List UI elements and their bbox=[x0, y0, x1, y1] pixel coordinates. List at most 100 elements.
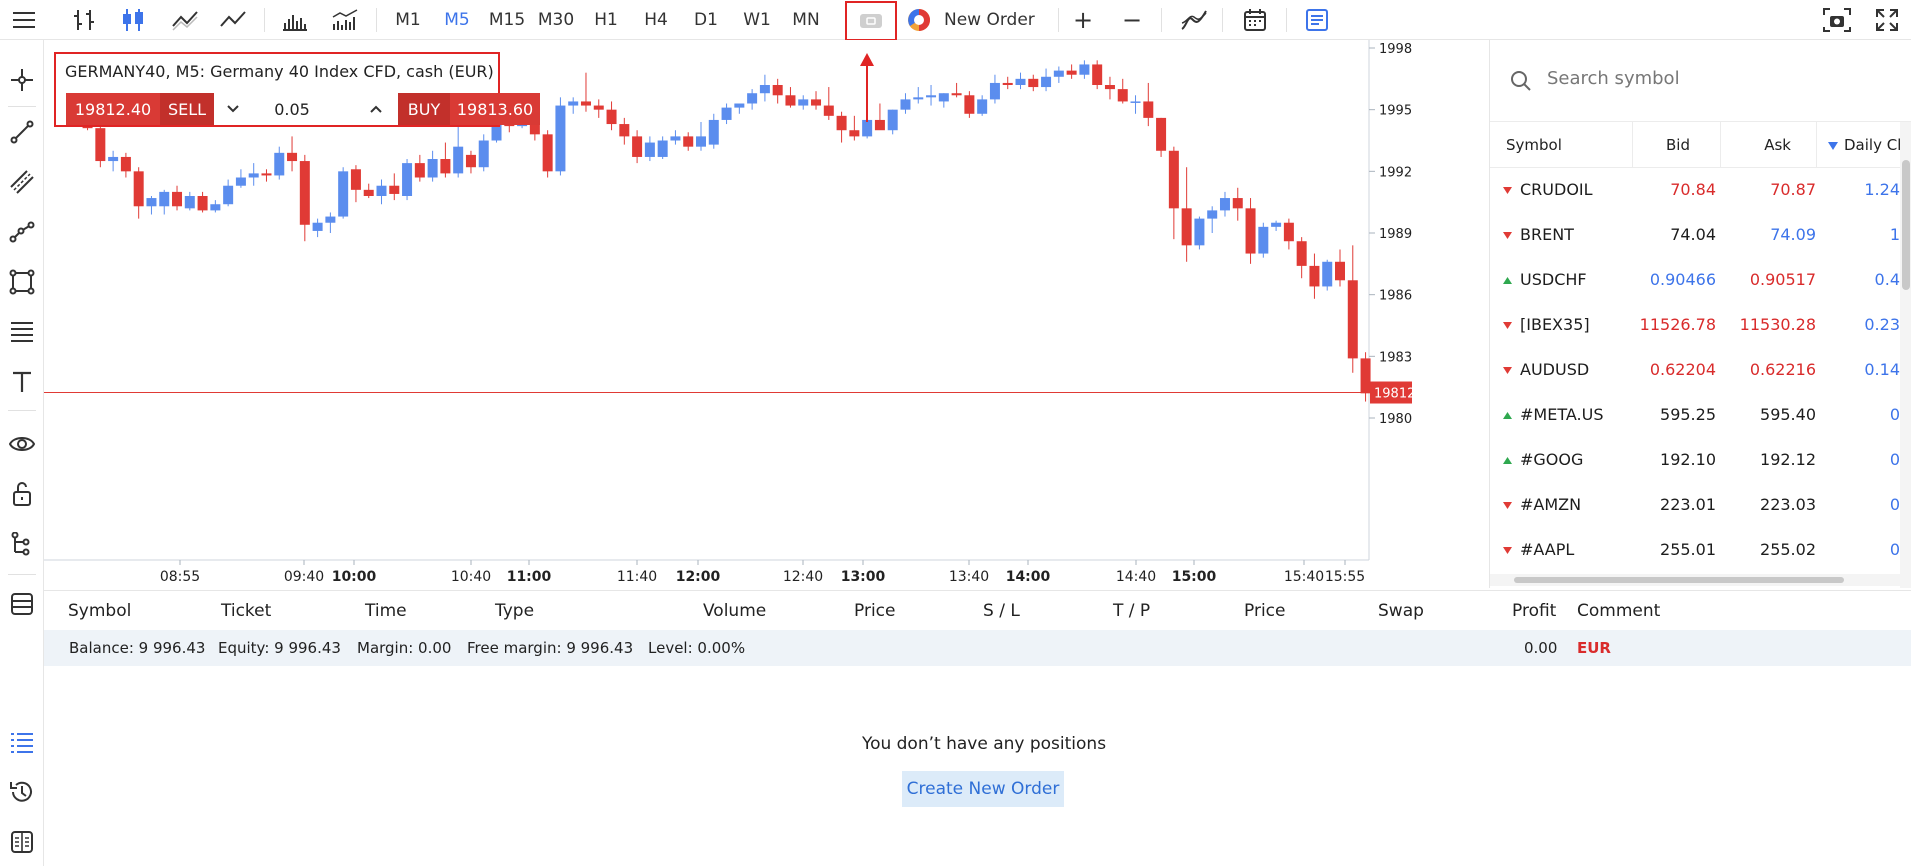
market-watch-icon[interactable] bbox=[0, 586, 44, 622]
scrollbar-thumb[interactable] bbox=[1514, 577, 1844, 583]
screenshot-icon[interactable] bbox=[1817, 0, 1857, 40]
volume-decrease-button[interactable] bbox=[218, 93, 248, 125]
col-ask[interactable]: Ask bbox=[1764, 136, 1791, 154]
one-click-trade-panel: GERMANY40, M5: Germany 40 Index CFD, cas… bbox=[54, 52, 540, 127]
symbol-row[interactable]: CRUDOIL 70.84 70.87 1.24 bbox=[1490, 168, 1900, 213]
margin-value: Margin: 0.00 bbox=[357, 639, 452, 657]
calendar-icon[interactable] bbox=[1235, 0, 1275, 40]
zoom-out-button[interactable]: − bbox=[1112, 0, 1152, 40]
pos-col-profit[interactable]: Profit bbox=[1512, 601, 1556, 621]
timeframe-d1[interactable]: D1 bbox=[686, 0, 726, 40]
menu-icon[interactable] bbox=[4, 0, 44, 40]
pos-col-current-price[interactable]: Price bbox=[1244, 601, 1285, 621]
symbol-row[interactable]: #META.US 595.25 595.40 0 bbox=[1490, 393, 1900, 438]
positions-list-icon[interactable] bbox=[0, 724, 44, 760]
text-tool-icon[interactable] bbox=[0, 364, 44, 400]
pos-col-time[interactable]: Time bbox=[365, 601, 407, 621]
volume-icon[interactable] bbox=[275, 0, 315, 40]
vertical-scrollbar[interactable] bbox=[1900, 122, 1911, 588]
polyline-icon[interactable] bbox=[0, 214, 44, 250]
object-tree-icon[interactable] bbox=[0, 526, 44, 562]
bar-chart-icon[interactable] bbox=[64, 0, 104, 40]
pos-col-type[interactable]: Type bbox=[495, 601, 534, 621]
trend-line-icon[interactable] bbox=[0, 114, 44, 150]
candle-body bbox=[95, 128, 106, 162]
symbol-row[interactable]: BRENT 74.04 74.09 1 bbox=[1490, 213, 1900, 258]
pos-col-swap[interactable]: Swap bbox=[1378, 601, 1424, 621]
timeframe-m5[interactable]: M5 bbox=[437, 0, 477, 40]
timeframe-m1[interactable]: M1 bbox=[388, 0, 428, 40]
pos-col-volume[interactable]: Volume bbox=[703, 601, 766, 621]
pos-col-price[interactable]: Price bbox=[854, 601, 895, 621]
symbol-name: #AMZN bbox=[1520, 495, 1582, 514]
x-tick-label: 10:40 bbox=[451, 569, 491, 585]
search-symbol-input[interactable] bbox=[1547, 68, 1847, 89]
fibonacci-icon[interactable] bbox=[0, 314, 44, 350]
zoom-in-button[interactable]: + bbox=[1063, 0, 1103, 40]
candle-body bbox=[568, 101, 579, 106]
candle-body bbox=[133, 171, 144, 207]
pos-col-ticket[interactable]: Ticket bbox=[221, 601, 271, 621]
timeframe-m15[interactable]: M15 bbox=[484, 0, 530, 40]
buy-price[interactable]: 19813.60 bbox=[450, 93, 540, 125]
crosshair-icon[interactable] bbox=[0, 62, 44, 98]
timeframe-h1[interactable]: H1 bbox=[586, 0, 626, 40]
y-tick-label: 19800.00 bbox=[1379, 412, 1412, 427]
volume-increase-button[interactable] bbox=[361, 93, 391, 125]
candle-body bbox=[644, 142, 655, 157]
candle-body bbox=[657, 140, 668, 157]
pos-col-symbol[interactable]: Symbol bbox=[68, 601, 131, 621]
notes-icon[interactable] bbox=[1297, 0, 1337, 40]
sell-price[interactable]: 19812.40 bbox=[66, 93, 160, 125]
symbol-row[interactable]: [IBEX35] 11526.78 11530.28 0.23 bbox=[1490, 303, 1900, 348]
symbol-row[interactable]: #GOOG 192.10 192.12 0 bbox=[1490, 438, 1900, 483]
sidebar-divider bbox=[8, 574, 36, 575]
create-new-order-button[interactable]: Create New Order bbox=[902, 771, 1064, 807]
candle-body bbox=[926, 95, 937, 98]
col-daily-change[interactable]: Daily Ch bbox=[1844, 136, 1907, 154]
symbol-row[interactable]: #AMZN 223.01 223.03 0 bbox=[1490, 483, 1900, 528]
candle-body bbox=[402, 163, 413, 196]
candle-body bbox=[440, 159, 451, 174]
candle-body bbox=[747, 93, 758, 104]
line-chart-icon[interactable] bbox=[165, 0, 205, 40]
scrollbar-thumb[interactable] bbox=[1902, 160, 1910, 290]
candle-body bbox=[938, 93, 949, 102]
buy-button[interactable]: BUY bbox=[398, 93, 450, 125]
line-icon[interactable] bbox=[213, 0, 253, 40]
timeframe-h4[interactable]: H4 bbox=[636, 0, 676, 40]
history-icon[interactable] bbox=[0, 774, 44, 810]
shapes-icon[interactable] bbox=[0, 264, 44, 300]
symbol-row[interactable]: #AAPL 255.01 255.02 0 bbox=[1490, 528, 1900, 573]
candle-body bbox=[964, 95, 975, 114]
fullscreen-icon[interactable] bbox=[1867, 0, 1907, 40]
pos-col-sl[interactable]: S / L bbox=[983, 601, 1020, 621]
candlestick-icon[interactable] bbox=[113, 0, 153, 40]
new-order-button[interactable]: New Order bbox=[906, 0, 1056, 40]
sell-button[interactable]: SELL bbox=[160, 93, 214, 125]
symbol-row[interactable]: USDCHF 0.90466 0.90517 0.4 bbox=[1490, 258, 1900, 303]
indicator-wave-icon[interactable] bbox=[1174, 0, 1214, 40]
parallel-channel-icon[interactable] bbox=[0, 164, 44, 200]
symbol-row[interactable]: AUDUSD 0.62204 0.62216 0.14 bbox=[1490, 348, 1900, 393]
col-bid[interactable]: Bid bbox=[1666, 136, 1690, 154]
horizontal-scrollbar[interactable] bbox=[1490, 574, 1900, 586]
journal-icon[interactable] bbox=[0, 824, 44, 860]
symbol-daily-change: 0.23 bbox=[1864, 315, 1900, 334]
pos-col-tp[interactable]: T / P bbox=[1113, 601, 1150, 621]
x-tick-label: 12:40 bbox=[783, 569, 823, 585]
unlock-icon[interactable] bbox=[0, 476, 44, 512]
new-order-label: New Order bbox=[944, 10, 1035, 30]
volume-input[interactable]: 0.05 bbox=[256, 93, 328, 125]
candle-body bbox=[210, 204, 221, 211]
eye-icon[interactable] bbox=[0, 426, 44, 462]
candle-body bbox=[350, 169, 361, 190]
col-symbol[interactable]: Symbol bbox=[1506, 136, 1562, 154]
timeframe-w1[interactable]: W1 bbox=[737, 0, 777, 40]
timeframe-m30[interactable]: M30 bbox=[533, 0, 579, 40]
one-click-trading-button[interactable] bbox=[845, 1, 897, 41]
indicators-icon[interactable] bbox=[325, 0, 365, 40]
pos-col-comment[interactable]: Comment bbox=[1577, 601, 1660, 621]
candle-body bbox=[593, 105, 604, 110]
timeframe-mn[interactable]: MN bbox=[786, 0, 826, 40]
